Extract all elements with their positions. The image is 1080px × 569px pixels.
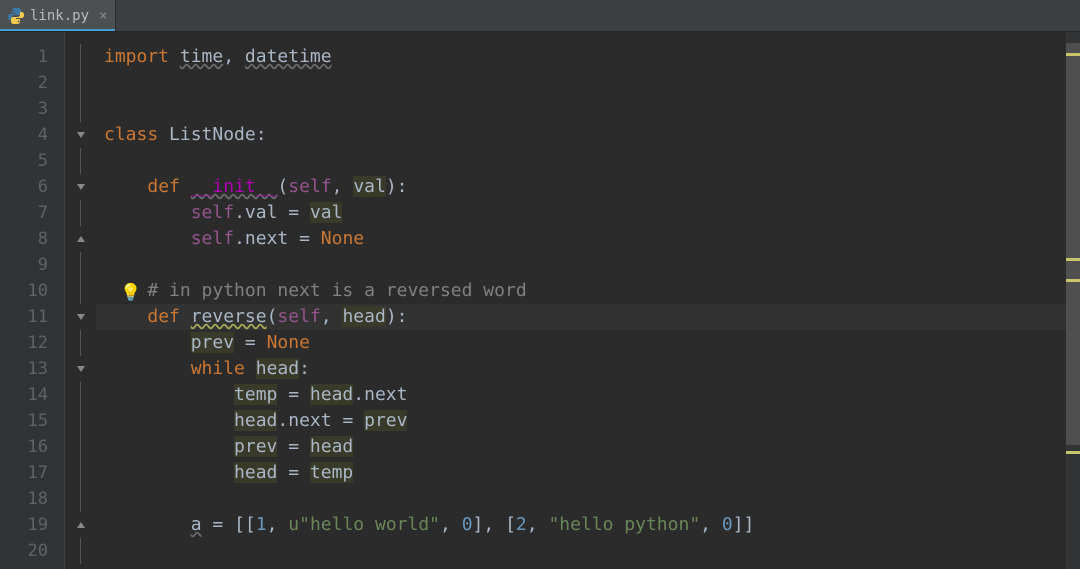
editor: 1234567891011121314151617181920 import t…	[0, 32, 1080, 569]
fold-marker[interactable]	[65, 174, 96, 200]
file-tab-link-py[interactable]: link.py ×	[0, 0, 116, 31]
code-area[interactable]: import time, datetime class ListNode: def…	[96, 32, 1080, 569]
python-file-icon	[8, 8, 24, 24]
fold-marker[interactable]	[65, 356, 96, 382]
code-line[interactable]: head = temp	[96, 460, 1080, 486]
fold-marker	[65, 434, 96, 460]
line-number[interactable]: 15	[0, 408, 64, 434]
line-number[interactable]: 8	[0, 226, 64, 252]
tab-filename: link.py	[30, 8, 89, 24]
warning-marker[interactable]	[1066, 451, 1080, 454]
code-line[interactable]	[96, 252, 1080, 278]
fold-marker	[65, 70, 96, 96]
fold-column[interactable]	[64, 32, 96, 569]
line-number[interactable]: 7	[0, 200, 64, 226]
code-line[interactable]: while head:	[96, 356, 1080, 382]
fold-marker[interactable]	[65, 122, 96, 148]
warning-marker[interactable]	[1066, 279, 1080, 282]
line-number[interactable]: 6	[0, 174, 64, 200]
line-number[interactable]: 14	[0, 382, 64, 408]
code-line[interactable]: class ListNode:	[96, 122, 1080, 148]
error-stripe-scrollbar[interactable]	[1066, 32, 1080, 569]
code-line[interactable]	[96, 538, 1080, 564]
code-line[interactable]: self.next = None	[96, 226, 1080, 252]
code-line[interactable]: head.next = prev	[96, 408, 1080, 434]
line-number[interactable]: 3	[0, 96, 64, 122]
fold-marker	[65, 200, 96, 226]
line-number-gutter[interactable]: 1234567891011121314151617181920	[0, 32, 64, 569]
code-line[interactable]	[96, 148, 1080, 174]
intention-bulb-icon[interactable]: 💡	[120, 280, 141, 306]
code-line[interactable]: import time, datetime	[96, 44, 1080, 70]
line-number[interactable]: 9	[0, 252, 64, 278]
fold-marker	[65, 96, 96, 122]
fold-marker	[65, 382, 96, 408]
code-line[interactable]: prev = None	[96, 330, 1080, 356]
warning-marker[interactable]	[1066, 258, 1080, 261]
line-number[interactable]: 5	[0, 148, 64, 174]
line-number[interactable]: 11	[0, 304, 64, 330]
line-number[interactable]: 19	[0, 512, 64, 538]
close-tab-icon[interactable]: ×	[95, 8, 107, 24]
fold-marker	[65, 486, 96, 512]
fold-marker	[65, 148, 96, 174]
fold-marker	[65, 252, 96, 278]
code-line[interactable]: def __init__(self, val):	[96, 174, 1080, 200]
code-line[interactable]: prev = head	[96, 434, 1080, 460]
code-line[interactable]	[96, 486, 1080, 512]
fold-marker	[65, 408, 96, 434]
warning-marker[interactable]	[1066, 53, 1080, 56]
fold-marker	[65, 538, 96, 564]
code-line[interactable]: temp = head.next	[96, 382, 1080, 408]
tab-bar: link.py ×	[0, 0, 1080, 32]
code-line[interactable]: def reverse(self, head):	[96, 304, 1080, 330]
line-number[interactable]: 4	[0, 122, 64, 148]
line-number[interactable]: 1	[0, 44, 64, 70]
scrollbar-thumb[interactable]	[1066, 43, 1080, 446]
code-line[interactable]	[96, 70, 1080, 96]
code-line[interactable]: self.val = val	[96, 200, 1080, 226]
line-number[interactable]: 16	[0, 434, 64, 460]
line-number[interactable]: 20	[0, 538, 64, 564]
line-number[interactable]: 17	[0, 460, 64, 486]
fold-marker	[65, 44, 96, 70]
fold-marker[interactable]	[65, 304, 96, 330]
fold-marker	[65, 278, 96, 304]
code-line[interactable]: a = [[1, u"hello world", 0], [2, "hello …	[96, 512, 1080, 538]
fold-marker	[65, 330, 96, 356]
line-number[interactable]: 12	[0, 330, 64, 356]
line-number[interactable]: 13	[0, 356, 64, 382]
fold-marker[interactable]	[65, 226, 96, 252]
fold-marker[interactable]	[65, 512, 96, 538]
code-line[interactable]: 💡 # in python next is a reversed word	[96, 278, 1080, 304]
line-number[interactable]: 10	[0, 278, 64, 304]
code-line[interactable]	[96, 96, 1080, 122]
fold-marker	[65, 460, 96, 486]
line-number[interactable]: 2	[0, 70, 64, 96]
line-number[interactable]: 18	[0, 486, 64, 512]
